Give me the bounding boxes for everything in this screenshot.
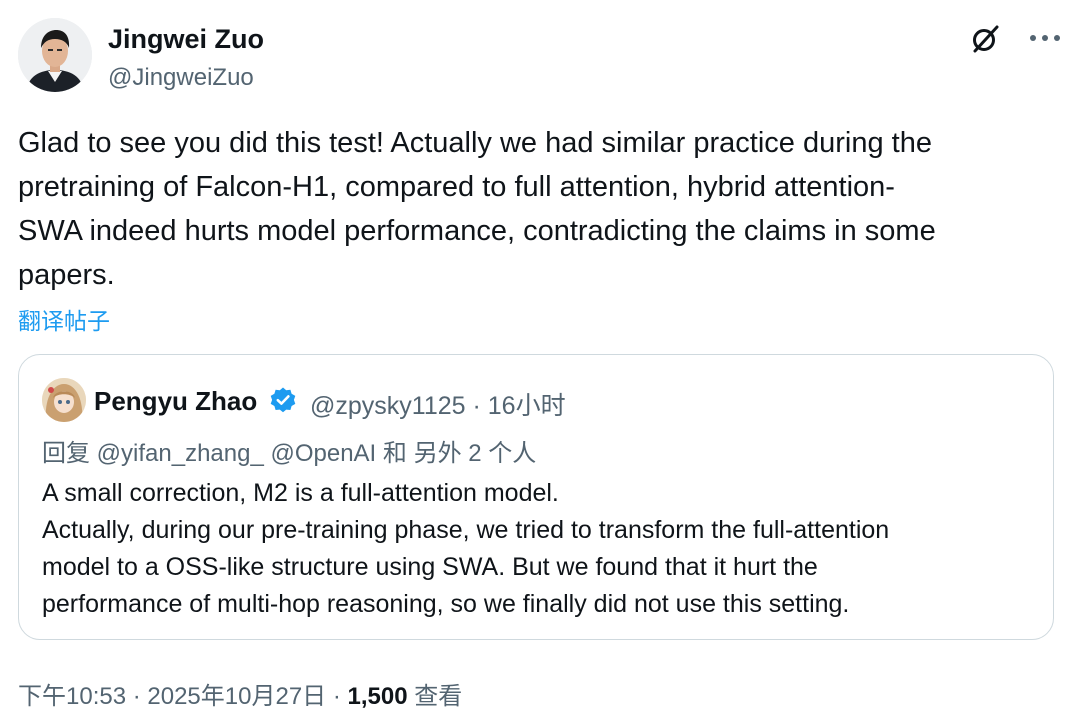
author-handle[interactable]: @JingweiZuo (108, 64, 254, 92)
translate-post-link[interactable]: 翻译帖子 (18, 302, 110, 336)
tweet-timestamp[interactable]: 下午10:53 · 2025年10月27日 · (18, 683, 348, 710)
quoted-author-avatar[interactable] (42, 378, 86, 422)
tweet-text: Glad to see you did this test! Actually … (18, 127, 936, 291)
quoted-reply-context[interactable]: 回复 @yifan_zhang_ @OpenAI 和 另外 2 个人 (42, 433, 536, 468)
views-label: 查看 (407, 683, 463, 710)
tweet-header: Jingwei Zuo @JingweiZuo (18, 18, 1062, 98)
quoted-tweet-text: A small correction, M2 is a full-attenti… (42, 479, 890, 618)
views-count: 1,500 (347, 683, 408, 710)
verified-badge-icon (270, 387, 296, 413)
quoted-author-name[interactable]: Pengyu Zhao (94, 386, 257, 417)
author-name[interactable]: Jingwei Zuo (108, 24, 264, 55)
author-avatar[interactable] (18, 18, 92, 92)
more-icon[interactable] (1028, 32, 1062, 44)
grok-icon[interactable] (970, 24, 1000, 54)
tweet-meta: 下午10:53 · 2025年10月27日 · 1,500 查看 (18, 676, 462, 711)
quoted-tweet-card[interactable]: Pengyu Zhao @zpysky1125 · 16小时 回复 @yifan… (18, 354, 1054, 640)
quoted-handle-time[interactable]: @zpysky1125 · 16小时 (310, 386, 566, 422)
